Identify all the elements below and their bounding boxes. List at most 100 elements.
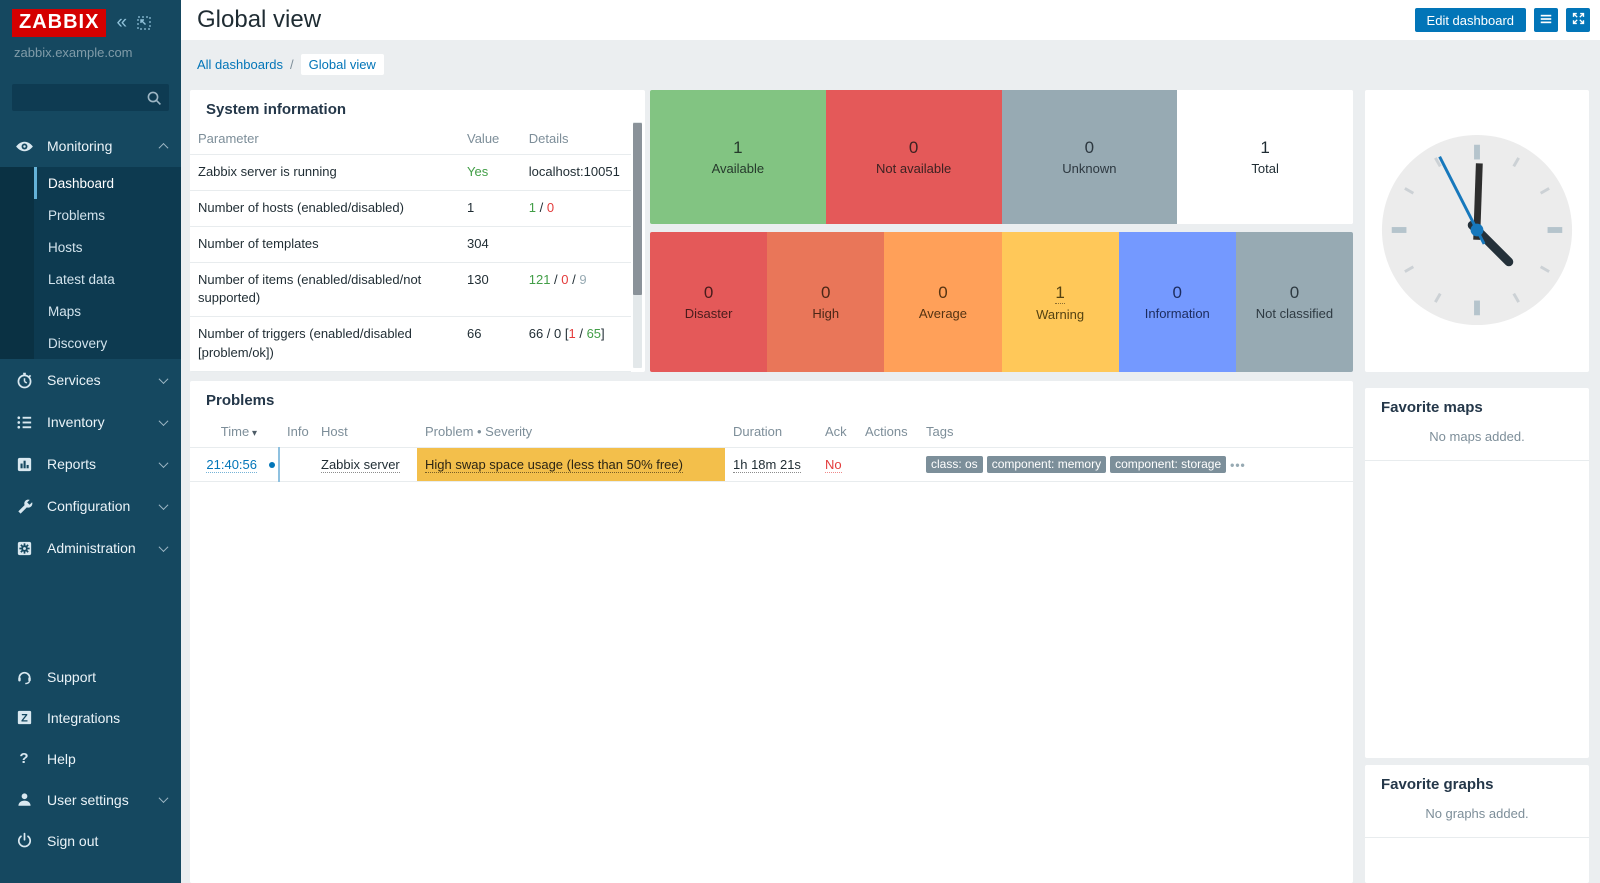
availability-block-available: 1Available bbox=[650, 90, 826, 224]
column-header-marker bbox=[265, 416, 279, 448]
sidebar-item-hosts[interactable]: Hosts bbox=[0, 231, 181, 263]
sidebar-item-user-settings[interactable]: User settings bbox=[0, 779, 181, 820]
scrollbar-thumb[interactable] bbox=[633, 123, 642, 295]
submenu-monitoring: Dashboard Problems Hosts Latest data MapsDis… bbox=[0, 167, 181, 359]
block-value: 1 bbox=[733, 138, 742, 158]
sidebar-item-latest-data[interactable]: Latest data bbox=[0, 263, 181, 295]
chevron-down-icon bbox=[159, 458, 169, 468]
search-box[interactable] bbox=[12, 84, 169, 111]
duration-link[interactable]: 1h 18m 21s bbox=[733, 457, 801, 473]
gear-icon bbox=[14, 538, 34, 558]
fullscreen-button[interactable] bbox=[1566, 8, 1590, 32]
block-value: 0 bbox=[1290, 283, 1299, 303]
system-information-row: Number of users (online)21 bbox=[190, 371, 631, 372]
column-header-host: Host bbox=[313, 416, 417, 448]
sidebar-item-inventory[interactable]: Inventory bbox=[0, 401, 181, 443]
value-cell: 1 bbox=[459, 190, 521, 226]
problems-by-severity-widget: 0Disaster0High0Average1Warning0Informati… bbox=[650, 232, 1353, 372]
edit-dashboard-button[interactable]: Edit dashboard bbox=[1415, 8, 1526, 32]
sidebar-item-integrations[interactable]: ZIntegrations bbox=[0, 697, 181, 738]
value-text: 130 bbox=[467, 272, 489, 287]
host-link[interactable]: Zabbix server bbox=[321, 457, 400, 473]
sidebar-item-label: Support bbox=[47, 669, 167, 685]
value-cell: 2 bbox=[459, 371, 521, 372]
system-information-widget: System information Parameter Value Detai… bbox=[190, 90, 645, 372]
server-name: zabbix.example.com bbox=[0, 43, 181, 72]
sidebar-item-support[interactable]: Support bbox=[0, 656, 181, 697]
block-label: Information bbox=[1145, 306, 1210, 321]
breadcrumb: All dashboards / Global view bbox=[197, 54, 384, 75]
sidebar-item-monitoring[interactable]: Monitoring bbox=[0, 125, 181, 167]
sidebar-item-label: Sign out bbox=[47, 833, 167, 849]
column-header-value: Value bbox=[459, 125, 521, 155]
severity-block-warning: 1 Warning bbox=[1002, 232, 1119, 372]
submenu-item-label: Problems bbox=[48, 208, 105, 223]
tag-chip[interactable]: component: storage bbox=[1110, 456, 1226, 473]
details-cell: 121 / 0 / 9 bbox=[521, 262, 631, 317]
caret-down-icon: ▾ bbox=[249, 428, 257, 439]
favorite-maps-empty-message: No maps added. bbox=[1365, 423, 1589, 461]
submenu-item-label: Hosts bbox=[48, 240, 83, 255]
submenu-item-label: Latest data bbox=[48, 272, 115, 287]
tag-chip[interactable]: component: memory bbox=[987, 456, 1106, 473]
parameter-cell: Zabbix server is running bbox=[190, 155, 459, 191]
hide-sidebar-icon[interactable] bbox=[137, 16, 151, 30]
details-segment: / bbox=[569, 272, 580, 287]
block-label: Total bbox=[1251, 161, 1278, 176]
column-header-time[interactable]: Time ▾ bbox=[190, 416, 265, 448]
problems-title: Problems bbox=[190, 381, 1353, 416]
submenu-item-label: Dashboard bbox=[48, 176, 114, 191]
time-cell: 21:40:56 bbox=[190, 448, 265, 482]
parameter-cell: Number of triggers (enabled/disabled [pr… bbox=[190, 317, 459, 372]
block-value[interactable]: 1 bbox=[1055, 283, 1064, 304]
tag-chip[interactable]: class: os bbox=[926, 456, 983, 473]
scrollbar-track[interactable] bbox=[633, 122, 642, 368]
collapse-sidebar-icon[interactable]: « bbox=[116, 16, 127, 30]
svg-text:Z: Z bbox=[21, 713, 28, 725]
more-tags-button[interactable]: ••• bbox=[1230, 458, 1246, 472]
sidebar-item-sign-out[interactable]: Sign out bbox=[0, 820, 181, 861]
favorite-maps-widget: Favorite maps No maps added. bbox=[1365, 388, 1589, 758]
favorite-graphs-empty-message: No graphs added. bbox=[1365, 800, 1589, 838]
value-cell: 66 bbox=[459, 317, 521, 372]
severity-block-not-classified: 0Not classified bbox=[1236, 232, 1353, 372]
sidebar-item-configuration[interactable]: Configuration bbox=[0, 485, 181, 527]
integrations-z-icon: Z bbox=[14, 708, 34, 728]
system-information-row: Number of items (enabled/disabled/not su… bbox=[190, 262, 631, 317]
magnifier-icon[interactable] bbox=[145, 89, 163, 110]
user-icon bbox=[14, 790, 34, 810]
block-label: Warning bbox=[1036, 307, 1084, 322]
tags-list: class: oscomponent: memorycomponent: sto… bbox=[926, 456, 1345, 473]
zabbix-logo[interactable]: ZABBIX bbox=[12, 9, 106, 37]
details-segment: 1 bbox=[529, 200, 536, 215]
column-header-info: Info bbox=[279, 416, 313, 448]
event-dot-icon bbox=[269, 462, 275, 468]
sidebar-item-label: Administration bbox=[47, 540, 147, 556]
sidebar-item-maps[interactable]: Maps bbox=[0, 295, 181, 327]
system-information-title: System information bbox=[190, 90, 645, 125]
sidebar-item-administration[interactable]: Administration bbox=[0, 527, 181, 569]
sidebar-item-discovery[interactable]: Discovery bbox=[0, 327, 181, 359]
chevron-down-icon bbox=[159, 416, 169, 426]
actions-cell bbox=[857, 448, 918, 482]
ack-link[interactable]: No bbox=[825, 457, 842, 473]
sidebar-item-help[interactable]: ?Help bbox=[0, 738, 181, 779]
parameter-cell: Number of templates bbox=[190, 226, 459, 262]
dashboard-menu-button[interactable] bbox=[1534, 8, 1558, 32]
breadcrumb-all-dashboards[interactable]: All dashboards bbox=[197, 57, 283, 72]
details-cell: 1 bbox=[521, 371, 631, 372]
details-segment: 121 bbox=[529, 272, 551, 287]
time-link[interactable]: 21:40:56 bbox=[206, 457, 257, 473]
sidebar-item-reports[interactable]: Reports bbox=[0, 443, 181, 485]
breadcrumb-current[interactable]: Global view bbox=[301, 54, 384, 75]
block-value: 0 bbox=[909, 138, 918, 158]
value-text: 1 bbox=[467, 200, 474, 215]
sidebar-item-services[interactable]: Services bbox=[0, 359, 181, 401]
sidebar-item-problems[interactable]: Problems bbox=[0, 199, 181, 231]
problem-link[interactable]: High swap space usage (less than 50% fre… bbox=[425, 457, 683, 473]
sidebar-item-dashboard[interactable]: Dashboard bbox=[0, 167, 181, 199]
availability-block-not-available: 0Not available bbox=[826, 90, 1002, 224]
list-icon bbox=[14, 412, 34, 432]
clock-widget bbox=[1365, 90, 1589, 372]
problems-table: Time ▾InfoHostProblem • SeverityDuration… bbox=[190, 416, 1353, 482]
